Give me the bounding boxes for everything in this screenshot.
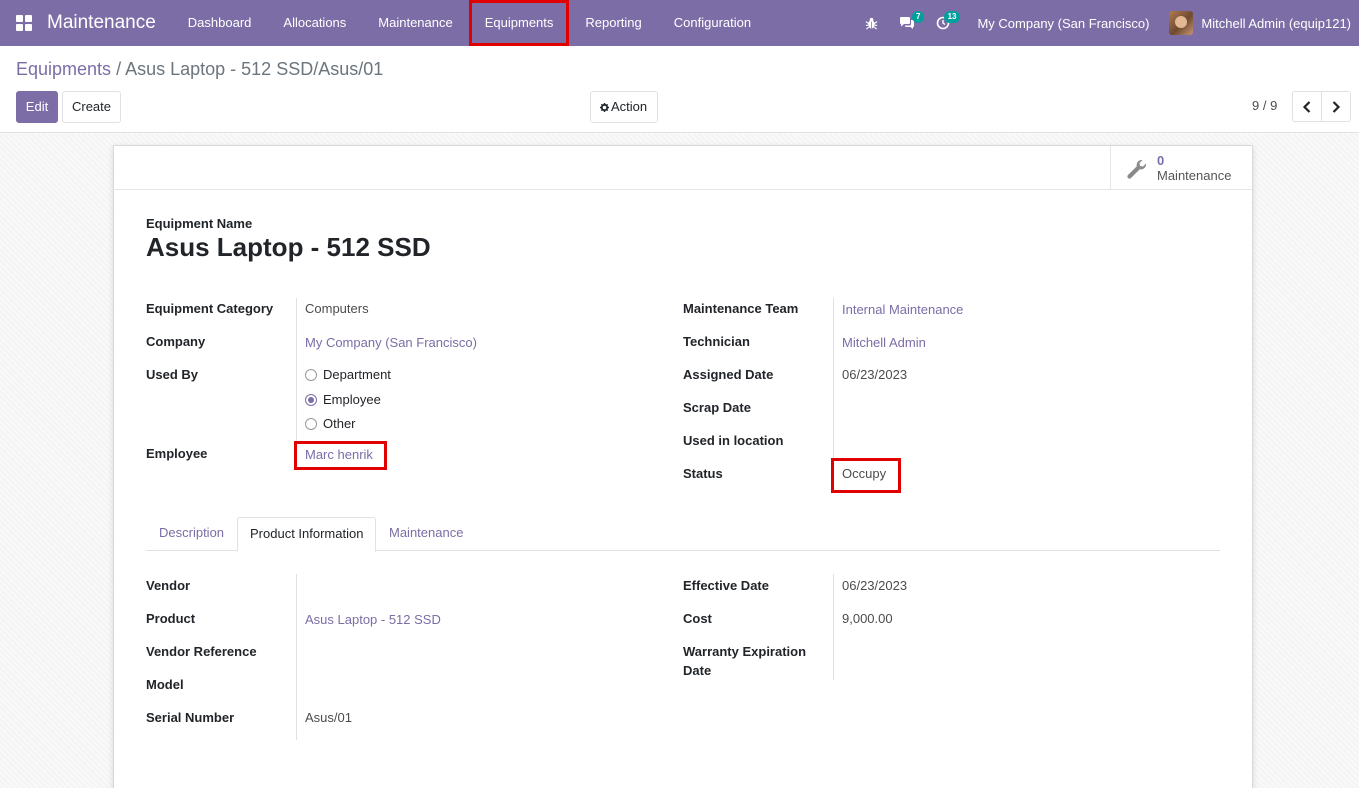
radio-employee: [305, 393, 317, 406]
action-label: Action: [611, 99, 648, 114]
category-label: Equipment Category: [146, 301, 274, 316]
form-sheet: 0 Maintenance Equipment Name Asus Laptop…: [113, 145, 1253, 788]
menu-allocations[interactable]: Allocations: [267, 0, 362, 46]
assigned-date-value[interactable]: 06/23/2023: [842, 367, 907, 382]
chat-badge: 7: [912, 11, 925, 23]
radio-department-label: Department: [323, 367, 391, 382]
control-panel: Equipments / Asus Laptop - 512 SSD/Asus/…: [0, 46, 1359, 133]
app-name[interactable]: Maintenance: [47, 12, 156, 34]
chevron-right-icon: [1332, 100, 1341, 113]
radio-employee-label: Employee: [323, 392, 381, 407]
maintenance-stat-button[interactable]: 0 Maintenance: [1110, 146, 1252, 189]
product-label: Product: [146, 611, 196, 626]
user-name: Mitchell Admin (equip121): [1201, 15, 1351, 31]
used-by-department-radio[interactable]: Department: [305, 367, 391, 382]
used-by-label: Used By: [146, 367, 199, 382]
pager-previous-button[interactable]: [1292, 91, 1322, 122]
used-in-location-label: Used in location: [683, 433, 784, 448]
company-switcher[interactable]: My Company (San Francisco): [961, 16, 1169, 31]
equipment-name-label: Equipment Name: [146, 216, 253, 231]
employee-label: Employee: [146, 446, 208, 461]
user-avatar: [1169, 11, 1194, 35]
menu-equipments[interactable]: Equipments: [468, 0, 570, 46]
product-value[interactable]: Asus Laptop - 512 SSD: [305, 612, 441, 627]
employee-value[interactable]: Marc henrik: [305, 447, 373, 462]
radio-department: [305, 368, 317, 381]
serial-number-value[interactable]: Asus/01: [305, 710, 352, 725]
technician-label: Technician: [683, 334, 750, 349]
cost-value[interactable]: 9,000.00: [842, 611, 893, 626]
serial-number-label: Serial Number: [146, 710, 235, 725]
debug-bug-icon[interactable]: [853, 0, 889, 46]
cost-label: Cost: [683, 611, 712, 626]
tab-maintenance[interactable]: Maintenance: [377, 517, 475, 551]
menu-reporting[interactable]: Reporting: [569, 0, 657, 46]
used-by-other-radio[interactable]: Other: [305, 416, 356, 431]
pager-next-button[interactable]: [1321, 91, 1351, 122]
wrench-icon: [1127, 159, 1147, 179]
breadcrumb-current: Asus Laptop - 512 SSD/Asus/01: [125, 59, 384, 79]
equipment-name[interactable]: Asus Laptop - 512 SSD: [146, 232, 431, 263]
category-value[interactable]: Computers: [305, 301, 369, 316]
stat-value: 0: [1157, 153, 1165, 168]
menu-dashboard[interactable]: Dashboard: [172, 0, 268, 46]
warranty-label-line1: Warranty Expiration: [683, 644, 807, 659]
technician-value[interactable]: Mitchell Admin: [842, 335, 926, 350]
gear-icon: [600, 103, 609, 112]
radio-other-label: Other: [323, 416, 356, 431]
team-label: Maintenance Team: [683, 301, 799, 316]
vendor-reference-label: Vendor Reference: [146, 644, 257, 659]
effective-date-value[interactable]: 06/23/2023: [842, 578, 907, 593]
status-label: Status: [683, 466, 723, 481]
status-value[interactable]: Occupy: [842, 466, 886, 481]
create-button[interactable]: Create: [62, 91, 121, 123]
notebook-tabs: Description Product Information Maintena…: [146, 517, 1220, 552]
model-label: Model: [146, 677, 184, 692]
vendor-label: Vendor: [146, 578, 191, 593]
button-box: 0 Maintenance: [114, 146, 1252, 190]
team-value[interactable]: Internal Maintenance: [842, 302, 963, 317]
activity-clock-icon[interactable]: 13: [925, 0, 961, 46]
right-group-separator: [833, 298, 834, 458]
company-value[interactable]: My Company (San Francisco): [305, 335, 477, 350]
breadcrumb-equipments[interactable]: Equipments: [16, 59, 111, 79]
breadcrumb: Equipments / Asus Laptop - 512 SSD/Asus/…: [16, 59, 383, 80]
company-label: Company: [146, 334, 206, 349]
radio-other: [305, 417, 317, 430]
apps-menu-icon[interactable]: [16, 15, 32, 31]
chat-messages-icon[interactable]: 7: [889, 0, 925, 46]
stat-label: Maintenance: [1157, 168, 1232, 183]
top-navbar: Maintenance Dashboard Allocations Mainte…: [0, 0, 1359, 46]
activity-badge: 13: [943, 11, 961, 23]
tab-product-information[interactable]: Product Information: [237, 517, 377, 552]
breadcrumb-separator: /: [116, 59, 126, 79]
scrap-date-label: Scrap Date: [683, 400, 751, 415]
menu-maintenance[interactable]: Maintenance: [362, 0, 468, 46]
chevron-left-icon: [1302, 100, 1311, 113]
user-menu[interactable]: Mitchell Admin (equip121): [1169, 11, 1359, 35]
assigned-date-label: Assigned Date: [683, 367, 774, 382]
product-right-separator: [833, 574, 834, 680]
effective-date-label: Effective Date: [683, 578, 769, 593]
warranty-label-line2: Date: [683, 663, 712, 678]
edit-button[interactable]: Edit: [16, 91, 58, 123]
tab-description[interactable]: Description: [147, 517, 236, 551]
product-left-separator: [296, 574, 297, 740]
main-menu: Dashboard Allocations Maintenance Equipm…: [172, 0, 767, 46]
menu-configuration[interactable]: Configuration: [658, 0, 767, 46]
used-by-employee-radio[interactable]: Employee: [305, 392, 381, 407]
pager-value[interactable]: 9 / 9: [1252, 98, 1277, 113]
action-button[interactable]: Action: [590, 91, 658, 123]
